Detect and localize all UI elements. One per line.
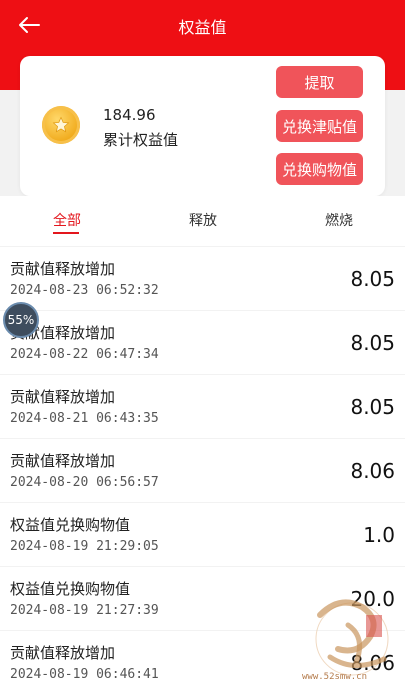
record-title: 权益值兑换购物值 [10, 580, 131, 598]
record-title: 贡献值释放增加 [10, 644, 116, 662]
coin-star-icon [42, 106, 80, 144]
floating-progress-badge[interactable]: 55% [3, 302, 39, 338]
record-title: 贡献值释放增加 [10, 260, 116, 278]
record-amount: 8.06 [350, 459, 395, 483]
record-title: 贡献值释放增加 [10, 388, 116, 406]
tab-all[interactable]: 全部 [53, 210, 81, 230]
record-date: 2024-08-19 21:27:39 [10, 603, 159, 618]
total-value: 184.96 [103, 106, 156, 124]
record-amount: 8.05 [350, 331, 395, 355]
record-amount: 8.05 [350, 395, 395, 419]
record-date: 2024-08-19 06:46:41 [10, 667, 159, 682]
record-date: 2024-08-21 06:43:35 [10, 411, 159, 426]
summary-card: 184.96 累计权益值 提取 兑换津贴值 兑换购物值 [20, 56, 385, 196]
record-amount: 1.0 [363, 523, 395, 547]
tab-release[interactable]: 释放 [189, 210, 217, 230]
record-date: 2024-08-23 06:52:32 [10, 283, 159, 298]
record-date: 2024-08-22 06:47:34 [10, 347, 159, 362]
record-title: 权益值兑换购物值 [10, 516, 131, 534]
watermark-url: www.52smw.cn [302, 672, 368, 682]
tab-active-indicator [53, 232, 79, 234]
exchange-shopping-button[interactable]: 兑换购物值 [276, 153, 363, 185]
list-item[interactable]: 贡献值释放增加 2024-08-19 06:46:41 8.06 [0, 631, 405, 693]
tab-bar: 全部 释放 燃烧 [0, 196, 405, 246]
withdraw-button[interactable]: 提取 [276, 66, 363, 98]
list-item[interactable]: 贡献值释放增加 2024-08-23 06:52:32 8.05 [0, 247, 405, 310]
record-date: 2024-08-19 21:29:05 [10, 539, 159, 554]
record-amount: 20.0 [350, 587, 395, 611]
exchange-allowance-button[interactable]: 兑换津贴值 [276, 110, 363, 142]
record-amount: 8.05 [350, 267, 395, 291]
list-item[interactable]: 贡献值释放增加 2024-08-22 06:47:34 8.05 [0, 311, 405, 374]
list-item[interactable]: 权益值兑换购物值 2024-08-19 21:27:39 20.0 [0, 567, 405, 630]
record-title: 贡献值释放增加 [10, 452, 116, 470]
record-date: 2024-08-20 06:56:57 [10, 475, 159, 490]
list-item[interactable]: 贡献值释放增加 2024-08-20 06:56:57 8.06 [0, 439, 405, 502]
tab-burn[interactable]: 燃烧 [325, 210, 353, 230]
page-title: 权益值 [178, 18, 227, 37]
list-item[interactable]: 权益值兑换购物值 2024-08-19 21:29:05 1.0 [0, 503, 405, 566]
list-item[interactable]: 贡献值释放增加 2024-08-21 06:43:35 8.05 [0, 375, 405, 438]
total-value-label: 累计权益值 [103, 131, 179, 149]
